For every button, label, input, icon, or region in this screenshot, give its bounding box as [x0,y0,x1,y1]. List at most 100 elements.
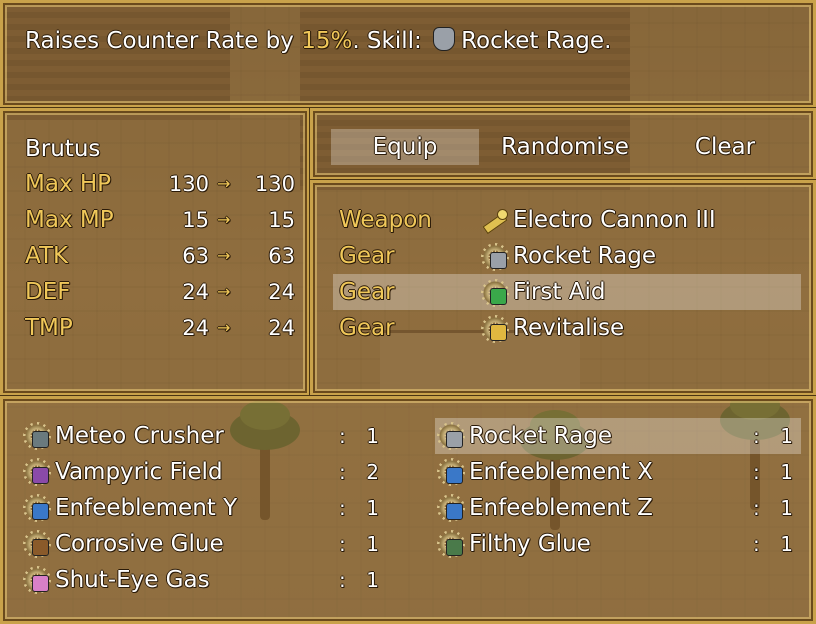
list-item-vampyric-field[interactable]: Vampyric Field : 2 [21,454,387,490]
item-quantity: 1 [780,460,793,484]
stat-label: ATK [25,243,69,269]
help-window: Raises Counter Rate by 15%. Skill: Rocke… [0,0,816,108]
item-quantity: 1 [366,568,379,592]
slot-item: Rocket Rage [513,243,656,269]
qty-separator: : [339,496,346,520]
slot-type: Gear [339,315,395,341]
equip-command[interactable]: Equip [331,129,479,165]
list-item-enfeeblement-y[interactable]: Enfeeblement Y : 1 [21,490,387,526]
enfeeblement-y-icon [23,494,51,522]
slot-type: Gear [339,279,395,305]
item-quantity: 1 [366,496,379,520]
item-name: Shut-Eye Gas [55,567,210,593]
qty-separator: : [339,532,346,556]
slot-item: First Aid [513,279,606,305]
qty-separator: : [753,460,760,484]
stat-label: DEF [25,279,71,305]
stat-row-def: DEF 24 → 24 [25,275,295,309]
enfeeblement-z-icon [437,494,465,522]
item-name: Filthy Glue [469,531,591,557]
stat-current: 24 [182,316,209,340]
item-quantity: 2 [366,460,379,484]
right-arrow-icon: → [217,246,231,265]
stat-current: 130 [168,172,209,196]
help-middle: . Skill: [352,28,430,54]
list-item-corrosive-glue[interactable]: Corrosive Glue : 1 [21,526,387,562]
gear-list-window: Meteo Crusher : 1 Vampyric Field : 2 Enf… [0,396,816,624]
right-arrow-icon: → [217,282,231,301]
clear-command[interactable]: Clear [651,129,799,165]
rocket-rage-icon [481,243,509,271]
item-quantity: 1 [780,532,793,556]
counter-rate-value: 15% [301,28,353,54]
item-quantity: 1 [780,496,793,520]
list-item-meteo-crusher[interactable]: Meteo Crusher : 1 [21,418,387,454]
revitalise-icon [481,315,509,343]
right-arrow-icon: → [217,318,231,337]
item-name: Enfeeblement Z [469,495,653,521]
stat-new: 24 [268,316,295,340]
first-aid-icon [481,279,509,307]
status-window: Brutus Max HP 130 → 130 Max MP 15 → 15 A… [0,108,310,396]
shut-eye-gas-icon [23,566,51,594]
slot-item: Electro Cannon III [513,207,716,233]
rocket-rage-icon [437,422,465,450]
stat-current: 24 [182,280,209,304]
qty-separator: : [753,532,760,556]
item-quantity: 1 [366,532,379,556]
stat-label: Max HP [25,171,112,197]
slot-type: Gear [339,243,395,269]
rocket-rage-icon [429,25,457,53]
stat-label: TMP [25,315,73,341]
slot-item: Revitalise [513,315,625,341]
meteo-crusher-icon [23,422,51,450]
help-prefix: Raises Counter Rate by [25,28,302,54]
vampyric-field-icon [23,458,51,486]
right-arrow-icon: → [217,174,231,193]
filthy-glue-icon [437,530,465,558]
stat-new: 15 [268,208,295,232]
slot-row-gear-2[interactable]: Gear First Aid [333,274,801,310]
slot-row-gear-1[interactable]: Gear Rocket Rage [333,238,801,274]
stat-new: 24 [268,280,295,304]
help-suffix: . [604,28,612,54]
list-item-rocket-rage[interactable]: Rocket Rage : 1 [435,418,801,454]
slot-row-weapon[interactable]: Weapon Electro Cannon III [333,202,801,238]
list-item-shut-eye-gas[interactable]: Shut-Eye Gas : 1 [21,562,387,598]
stat-new: 63 [268,244,295,268]
qty-separator: : [339,460,346,484]
cannon-icon [481,207,509,235]
item-name: Vampyric Field [55,459,223,485]
slot-type: Weapon [339,207,432,233]
equip-slot-window: Weapon Electro Cannon III Gear Rocket Ra… [310,180,816,396]
help-skill-name: Rocket Rage [461,28,605,54]
stat-row-max-hp: Max HP 130 → 130 [25,167,295,201]
item-name: Rocket Rage [469,423,612,449]
list-item-filthy-glue[interactable]: Filthy Glue : 1 [435,526,801,562]
stat-current: 63 [182,244,209,268]
enfeeblement-x-icon [437,458,465,486]
list-item-enfeeblement-x[interactable]: Enfeeblement X : 1 [435,454,801,490]
right-arrow-icon: → [217,210,231,229]
item-quantity: 1 [366,424,379,448]
qty-separator: : [339,424,346,448]
stat-new: 130 [254,172,295,196]
item-name: Enfeeblement X [469,459,653,485]
item-name: Meteo Crusher [55,423,224,449]
command-window: Equip Randomise Clear [310,108,816,180]
randomise-command[interactable]: Randomise [491,129,639,165]
qty-separator: : [753,424,760,448]
stat-row-atk: ATK 63 → 63 [25,239,295,273]
stat-row-max-mp: Max MP 15 → 15 [25,203,295,237]
stat-label: Max MP [25,207,114,233]
list-item-enfeeblement-z[interactable]: Enfeeblement Z : 1 [435,490,801,526]
item-name: Corrosive Glue [55,531,224,557]
qty-separator: : [339,568,346,592]
actor-name: Brutus [25,136,101,162]
stat-current: 15 [182,208,209,232]
qty-separator: : [753,496,760,520]
help-text: Raises Counter Rate by 15%. Skill: Rocke… [25,24,611,58]
corrosive-glue-icon [23,530,51,558]
slot-row-gear-3[interactable]: Gear Revitalise [333,310,801,346]
stat-row-tmp: TMP 24 → 24 [25,311,295,345]
